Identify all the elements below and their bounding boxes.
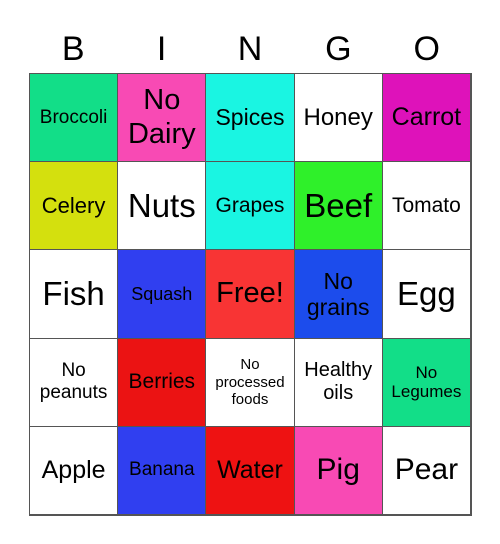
bingo-cell[interactable]: Broccoli [29, 73, 119, 163]
bingo-cell[interactable]: Pig [293, 425, 383, 515]
header-letter-b: B [61, 30, 85, 68]
bingo-cell[interactable]: Beef [293, 161, 383, 251]
bingo-cell[interactable]: Carrot [381, 73, 471, 163]
bingo-cell-label: Celery [41, 193, 106, 219]
bingo-cell[interactable]: No processed foods [205, 337, 295, 427]
header-letter-o: O [413, 30, 440, 68]
bingo-cell[interactable]: Water [205, 425, 295, 515]
bingo-cell[interactable]: No peanuts [29, 337, 119, 427]
bingo-cell-label: Apple [41, 456, 106, 485]
bingo-cell[interactable]: No Dairy [117, 73, 207, 163]
bingo-cell-label: Free! [216, 277, 284, 310]
bingo-cell-label: Broccoli [39, 106, 108, 128]
bingo-cell[interactable]: Squash [117, 249, 207, 339]
bingo-cell[interactable]: Free! [205, 249, 295, 339]
bingo-cell-label: No processed foods [215, 356, 285, 408]
bingo-cell-label: Healthy oils [304, 359, 373, 405]
bingo-cell[interactable]: Tomato [381, 161, 471, 251]
bingo-cell-label: No Legumes [391, 362, 462, 402]
bingo-header: B I N G O [29, 26, 471, 72]
bingo-cell-label: No Dairy [127, 84, 196, 150]
bingo-cell-label: No grains [306, 267, 370, 320]
bingo-cell[interactable]: Pear [381, 425, 471, 515]
bingo-cell[interactable]: Egg [381, 249, 471, 339]
bingo-cell[interactable]: Nuts [117, 161, 207, 251]
bingo-cell-label: Banana [129, 459, 195, 481]
header-letter-i: I [156, 30, 167, 68]
bingo-cell-label: Beef [304, 186, 373, 224]
bingo-cell[interactable]: Healthy oils [293, 337, 383, 427]
bingo-card-grid: Broccoli No Dairy Spices Honey Carrot Celery N… [29, 73, 472, 516]
bingo-cell-label: Honey [303, 103, 373, 131]
bingo-cell-label: Grapes [215, 193, 285, 217]
bingo-cell[interactable]: Fish [29, 249, 119, 339]
bingo-cell[interactable]: No grains [293, 249, 383, 339]
header-letter-n: N [237, 30, 263, 68]
bingo-cell-label: Carrot [391, 103, 462, 132]
bingo-cell-label: Spices [215, 104, 285, 131]
bingo-cell-label: Nuts [127, 186, 196, 224]
bingo-cell[interactable]: No Legumes [381, 337, 471, 427]
bingo-cell[interactable]: Banana [117, 425, 207, 515]
bingo-cell[interactable]: Berries [117, 337, 207, 427]
bingo-cell-label: Egg [397, 275, 456, 313]
bingo-cell[interactable]: Apple [29, 425, 119, 515]
bingo-cell-label: Squash [131, 283, 193, 304]
bingo-cell-label: Pig [316, 453, 360, 487]
bingo-cell[interactable]: Spices [205, 73, 295, 163]
bingo-cell[interactable]: Honey [293, 73, 383, 163]
bingo-cell[interactable]: Celery [29, 161, 119, 251]
bingo-cell-label: Tomato [391, 193, 461, 217]
bingo-cell-label: No peanuts [39, 360, 108, 404]
bingo-cell-label: Water [217, 456, 283, 485]
header-letter-g: G [325, 30, 352, 68]
bingo-cell-label: Pear [394, 453, 459, 487]
bingo-cell-label: Berries [128, 370, 196, 394]
bingo-cell[interactable]: Grapes [205, 161, 295, 251]
bingo-cell-label: Fish [42, 275, 105, 313]
